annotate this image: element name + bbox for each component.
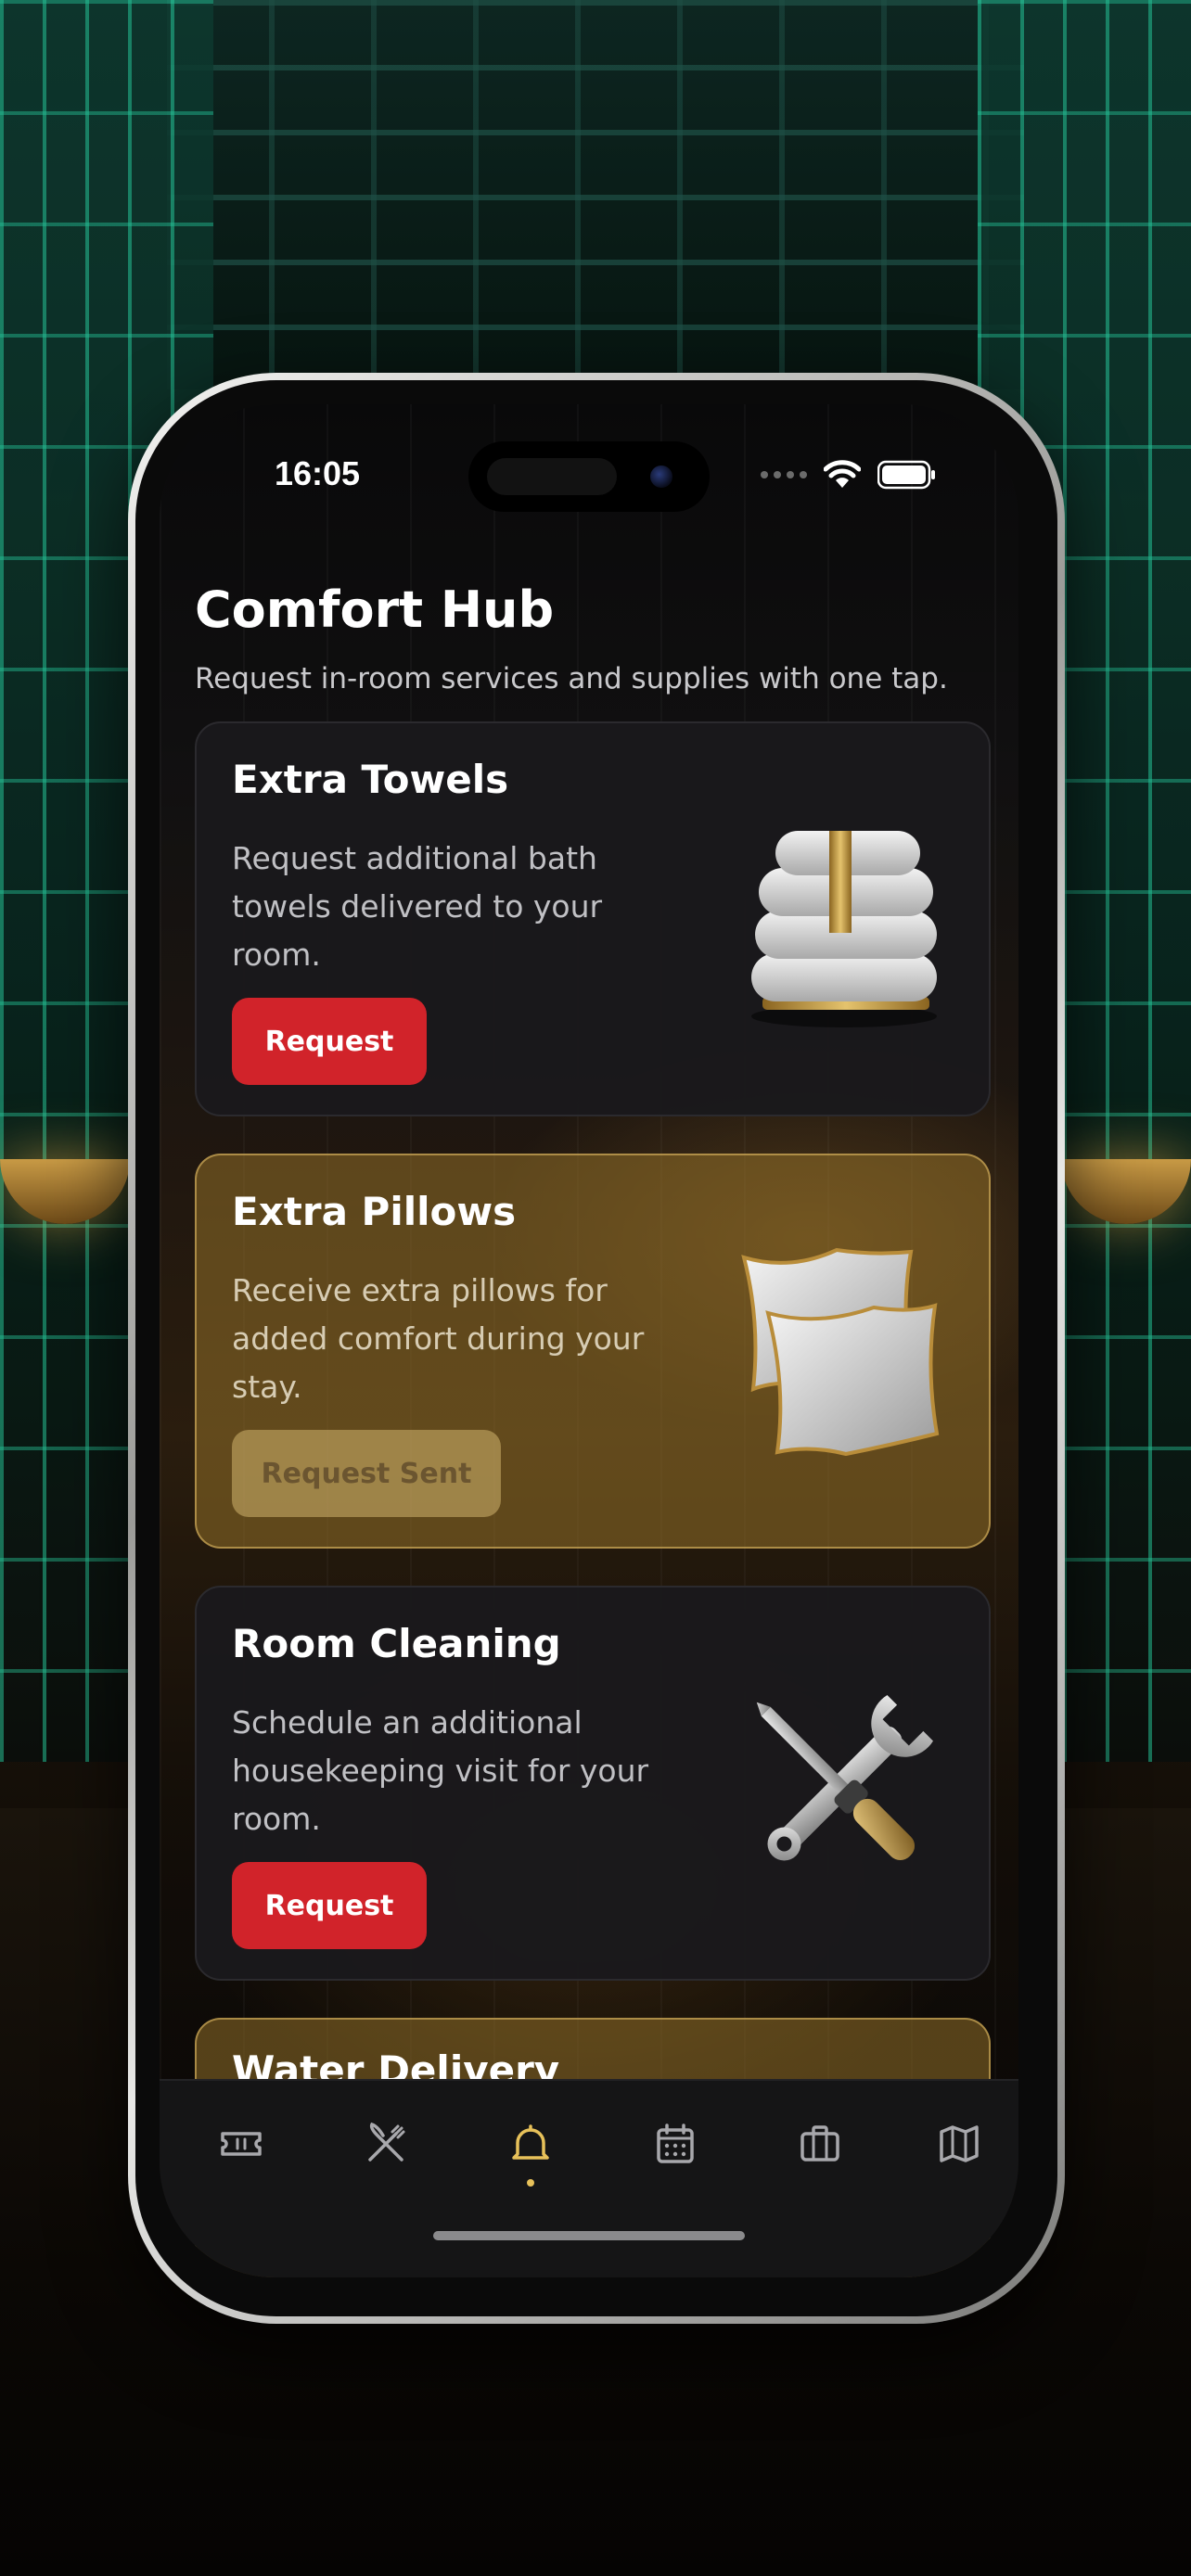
- signal-icon: [761, 471, 807, 478]
- background-roof: [167, 0, 1024, 389]
- service-description: Schedule an additional housekeeping visi…: [232, 1704, 649, 1837]
- active-tab-indicator: [527, 2179, 534, 2187]
- tab-dining[interactable]: [349, 2107, 423, 2181]
- status-icons: [761, 458, 937, 491]
- status-bar: 16:05: [160, 441, 1018, 512]
- home-indicator[interactable]: [433, 2231, 745, 2240]
- wrench-screwdriver-icon: [756, 1695, 933, 1861]
- service-title: Extra Pillows: [232, 1189, 517, 1234]
- service-card-room-cleaning: Room Cleaning Schedule an additional hou…: [195, 1586, 991, 1981]
- calendar-icon: [657, 2123, 694, 2163]
- tab-calendar[interactable]: [638, 2107, 712, 2181]
- tab-tickets[interactable]: [204, 2107, 278, 2181]
- tab-bar: [160, 2079, 1018, 2277]
- bell-icon: [512, 2124, 549, 2160]
- towels-icon: [751, 831, 937, 1027]
- service-description: Request additional bath towels delivered…: [232, 840, 603, 973]
- pillows-icon: [741, 1247, 940, 1457]
- service-title: Extra Towels: [232, 757, 509, 802]
- briefcase-icon: [800, 2125, 839, 2162]
- request-sent-button[interactable]: Request Sent: [232, 1430, 501, 1517]
- camera-icon: [650, 465, 672, 488]
- tab-map[interactable]: [922, 2107, 996, 2181]
- status-time: 16:05: [275, 454, 361, 492]
- service-title: Room Cleaning: [232, 1621, 561, 1666]
- map-icon: [940, 2125, 979, 2162]
- service-card-extra-pillows: Extra Pillows Receive extra pillows for …: [195, 1154, 991, 1549]
- service-card-extra-towels: Extra Towels Request additional bath tow…: [195, 721, 991, 1116]
- island-pill: [487, 458, 617, 495]
- dining-icon: [368, 2122, 405, 2162]
- tab-luggage[interactable]: [783, 2107, 857, 2181]
- page-subtitle: Request in-room services and supplies wi…: [195, 662, 948, 695]
- dynamic-island: [468, 441, 710, 512]
- app-screen: 16:05 Comfort Hub Request in-room servic…: [160, 404, 1018, 2277]
- tab-services[interactable]: [493, 2107, 568, 2187]
- battery-icon: [877, 460, 935, 490]
- service-description: Receive extra pillows for added comfort …: [232, 1272, 645, 1405]
- request-button[interactable]: Request: [232, 1862, 427, 1949]
- page-title: Comfort Hub: [195, 580, 555, 639]
- wifi-icon: [824, 460, 861, 488]
- request-button[interactable]: Request: [232, 998, 427, 1085]
- phone-frame: 16:05 Comfort Hub Request in-room servic…: [128, 373, 1065, 2324]
- ticket-icon: [221, 2132, 262, 2156]
